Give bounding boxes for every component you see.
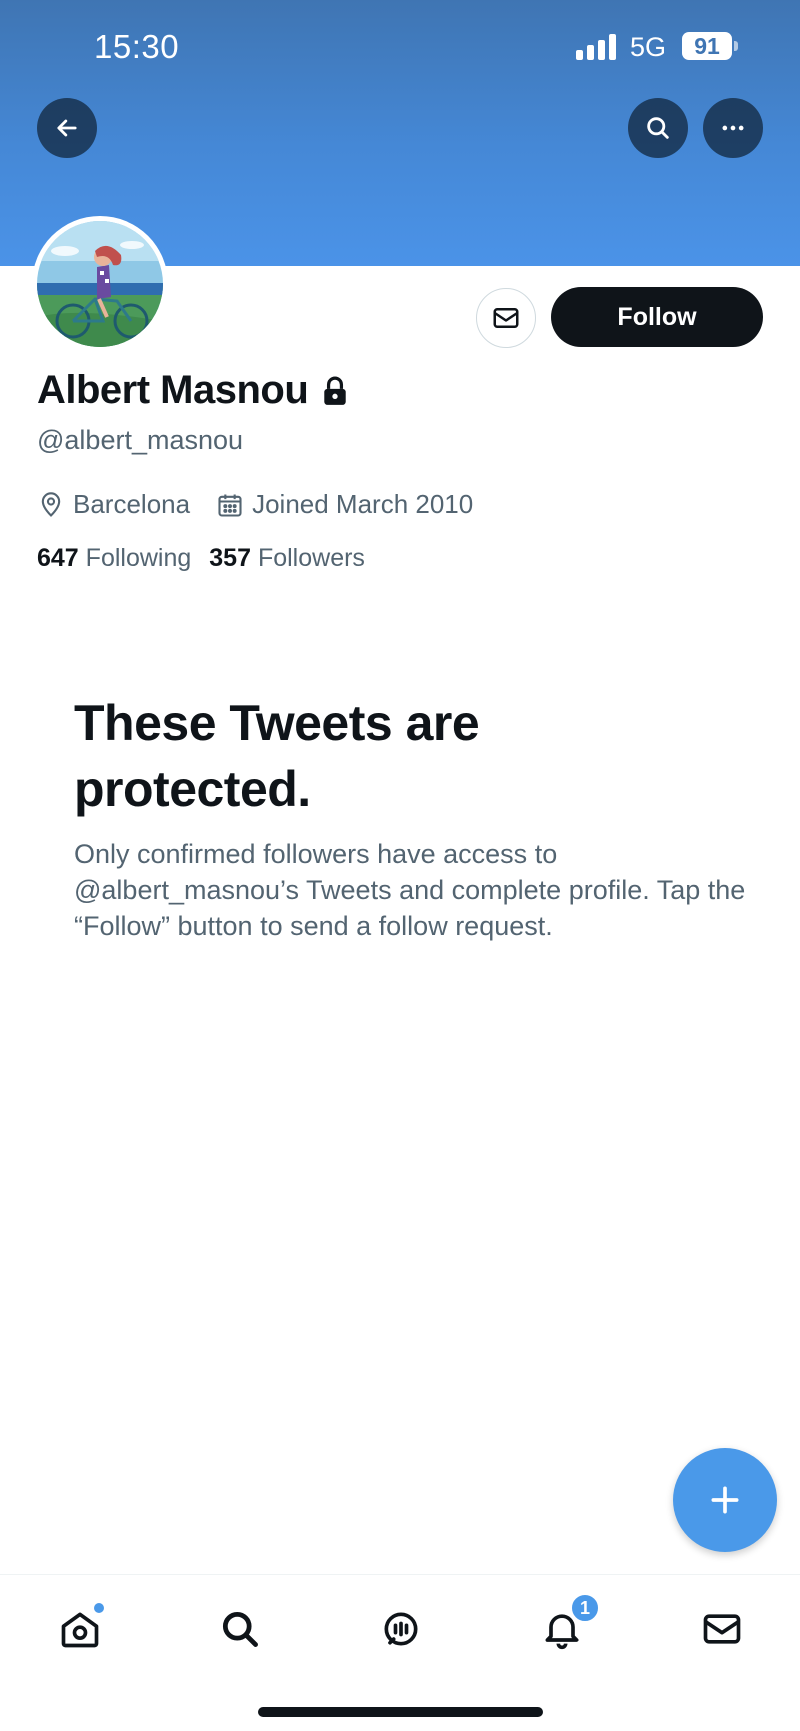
joined-item: Joined March 2010 <box>216 489 473 520</box>
more-horizontal-icon <box>722 125 744 131</box>
lock-icon <box>324 376 347 405</box>
back-button[interactable] <box>37 98 97 158</box>
avatar-image <box>37 221 163 347</box>
joined-text: Joined March 2010 <box>252 489 474 519</box>
profile-name-row: Albert Masnou <box>37 368 348 413</box>
protected-title: These Tweets are protected. <box>74 695 480 817</box>
battery-tip <box>734 41 738 51</box>
following-label: Following <box>85 544 192 572</box>
tab-search[interactable] <box>210 1599 270 1659</box>
location-item: Barcelona <box>37 489 190 520</box>
envelope-icon <box>493 308 519 328</box>
notifications-badge: 1 <box>570 1593 600 1623</box>
followers-label: Followers <box>257 544 365 572</box>
search-icon <box>222 1611 258 1647</box>
battery-icon: 91 <box>682 32 732 60</box>
location-text: Barcelona <box>73 489 191 519</box>
search-icon <box>647 117 669 139</box>
following-link[interactable]: 647 Following <box>37 544 191 573</box>
plus-icon <box>711 1486 739 1514</box>
more-button[interactable] <box>703 98 763 158</box>
following-count: 647 <box>37 544 79 572</box>
arrow-left-icon <box>57 119 77 137</box>
envelope-icon <box>703 1614 741 1644</box>
avatar[interactable] <box>32 216 168 352</box>
tab-home[interactable] <box>50 1599 110 1659</box>
tab-notifications[interactable]: 1 <box>532 1593 600 1659</box>
followers-link[interactable]: 357 Followers <box>209 544 365 573</box>
home-indicator <box>258 1707 543 1717</box>
search-button[interactable] <box>628 98 688 158</box>
status-bar: 15:30 5G 91 <box>0 0 800 96</box>
protected-body: Only confirmed followers have access to … <box>74 839 746 941</box>
followers-count: 357 <box>209 544 251 572</box>
tab-messages[interactable] <box>692 1599 752 1659</box>
follow-button[interactable]: Follow <box>551 287 763 347</box>
message-button[interactable] <box>476 288 536 348</box>
follow-counts: 647 Following 357 Followers <box>37 544 383 573</box>
calendar-icon <box>218 494 242 517</box>
profile-meta: Barcelona Joined March 2010 <box>37 489 499 520</box>
spaces-icon <box>384 1612 418 1646</box>
status-time: 15:30 <box>94 28 180 65</box>
display-name: Albert Masnou <box>37 368 309 412</box>
home-icon <box>61 1612 99 1648</box>
location-pin-icon <box>41 491 61 517</box>
profile-handle: @albert_masnou <box>37 425 244 455</box>
signal-icon <box>576 34 618 60</box>
tab-spaces[interactable] <box>371 1599 431 1659</box>
home-dot <box>94 1603 104 1613</box>
network-label: 5G <box>630 32 667 62</box>
compose-button[interactable] <box>673 1448 777 1552</box>
